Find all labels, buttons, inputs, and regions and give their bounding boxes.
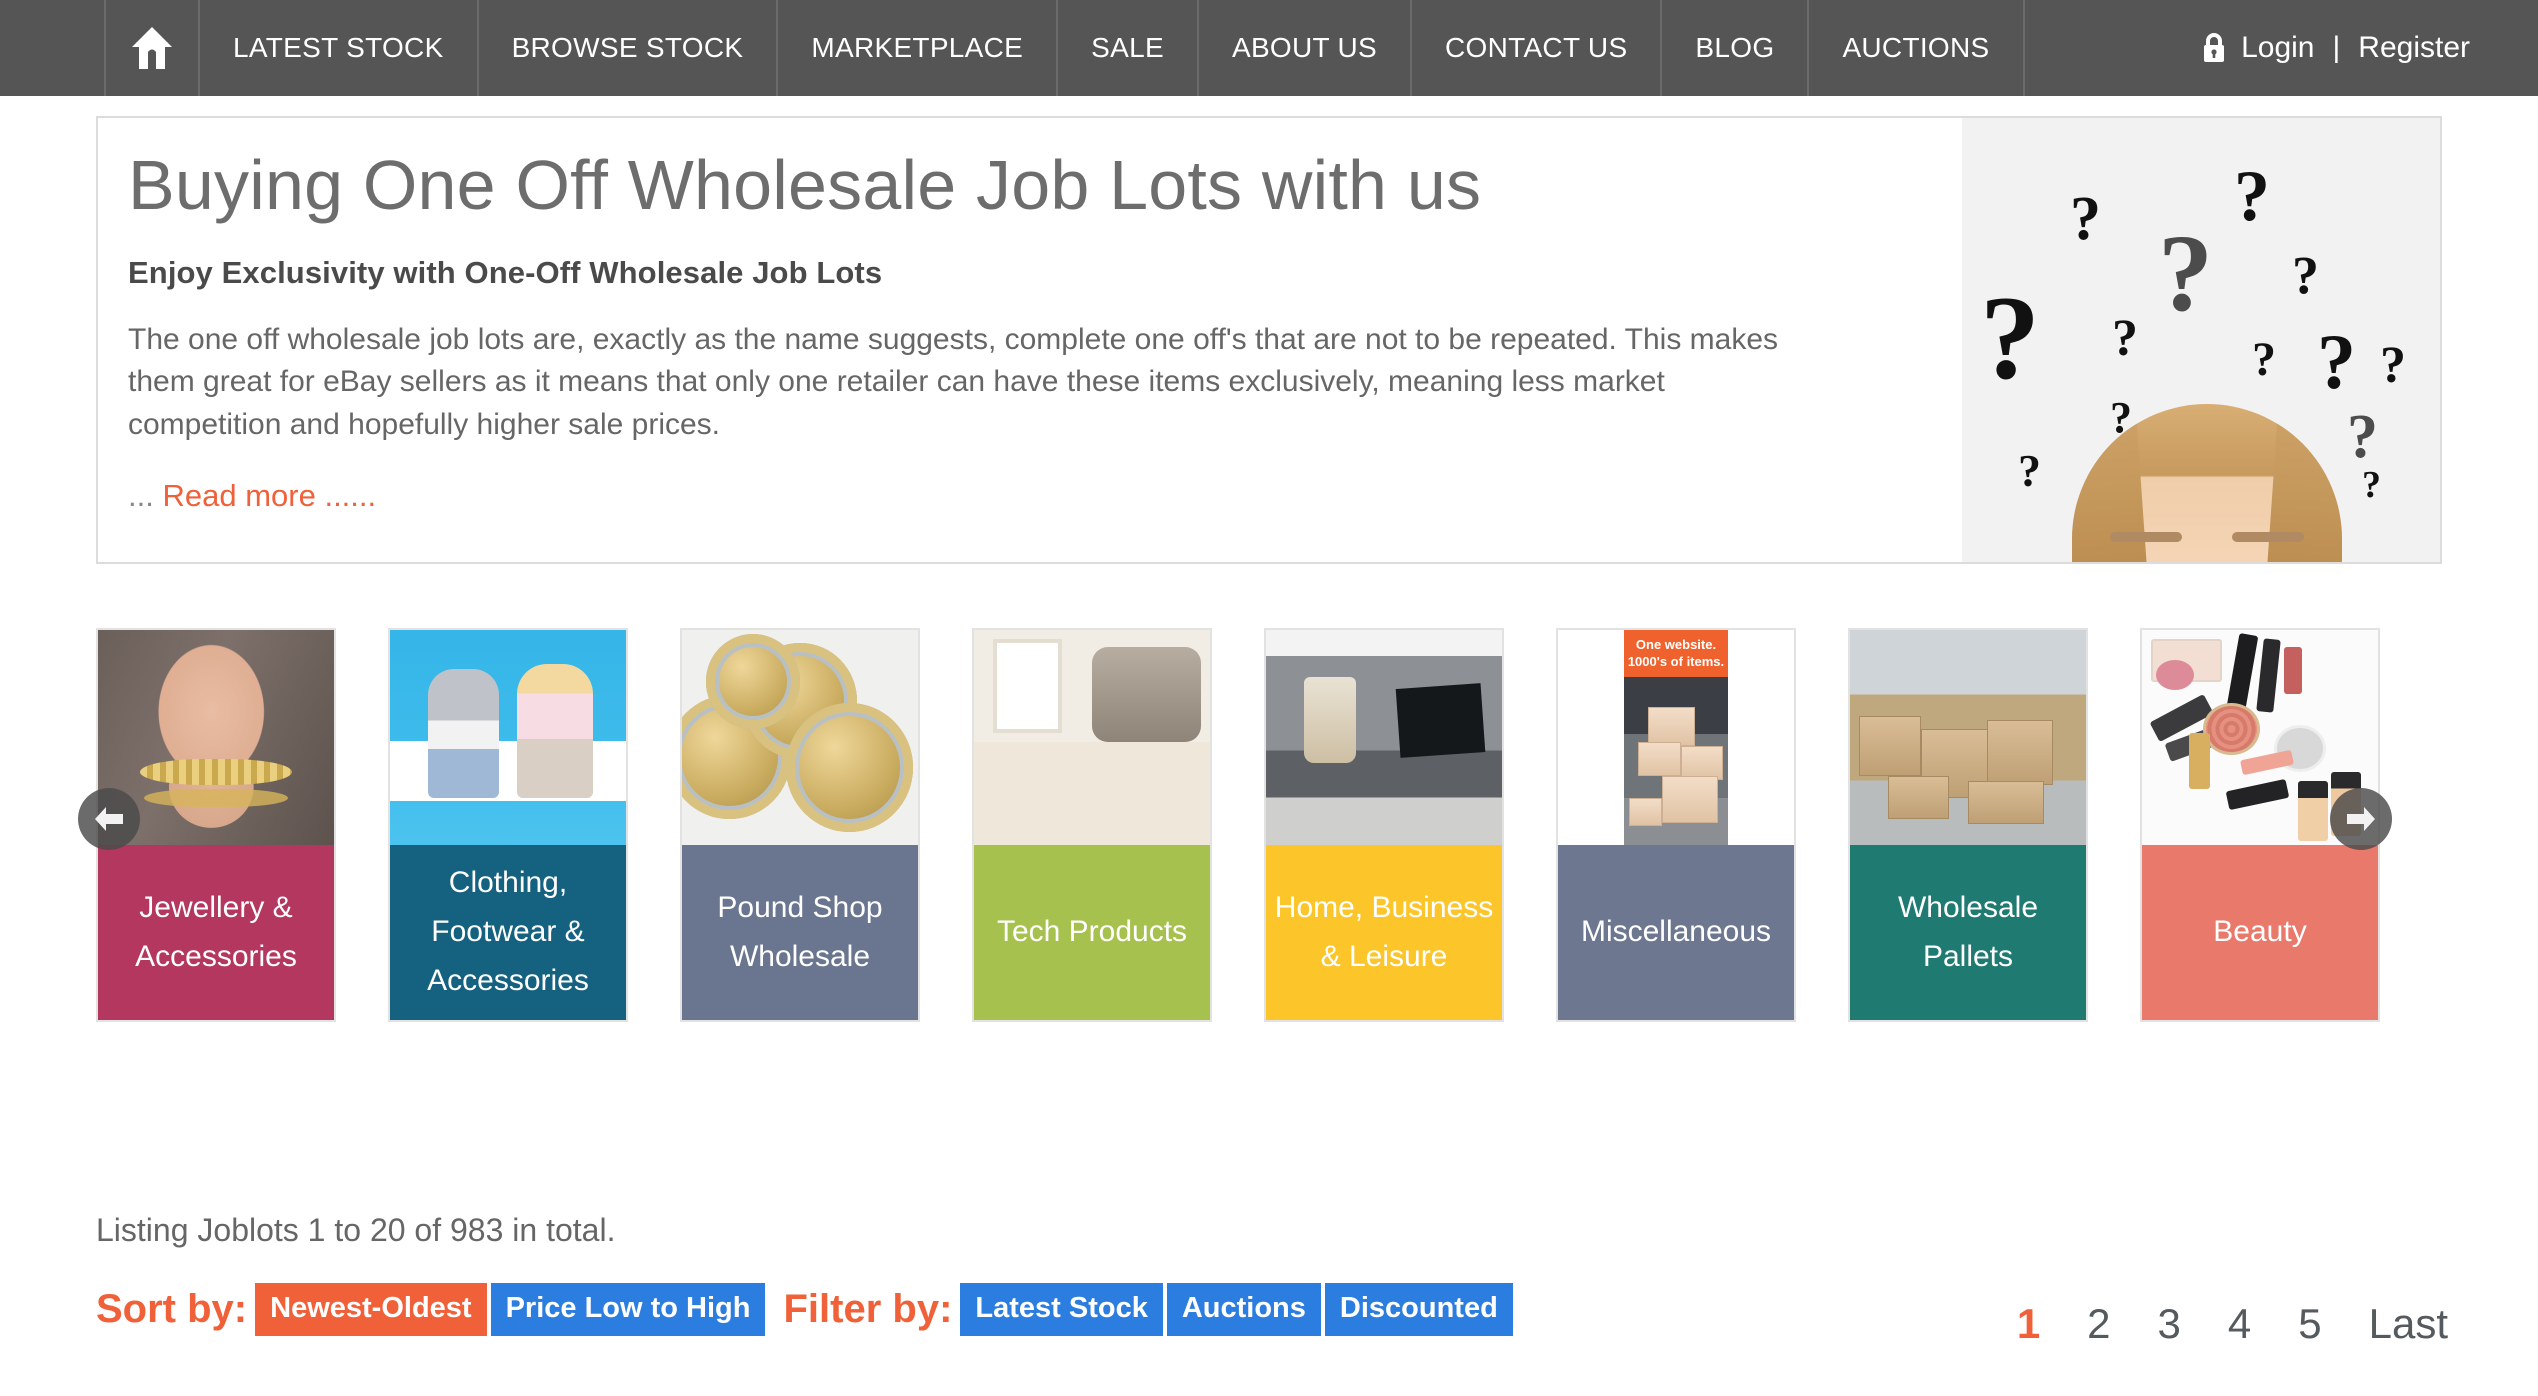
read-more-prefix: ... (128, 478, 154, 514)
register-link[interactable]: Register (2358, 31, 2470, 65)
category-card-label: Wholesale Pallets (1850, 845, 2086, 1020)
hero-banner: Buying One Off Wholesale Job Lots with u… (96, 116, 2442, 564)
top-navigation-bar: LATEST STOCK BROWSE STOCK MARKETPLACE SA… (0, 0, 2538, 96)
category-card-clothing[interactable]: Clothing, Footwear & Accessories (388, 628, 628, 1022)
category-card-label: Tech Products (974, 845, 1210, 1020)
clothing-thumb (390, 630, 626, 845)
category-card-wholesale-pallets[interactable]: Wholesale Pallets (1848, 628, 2088, 1022)
label-text: Beauty (2213, 915, 2307, 949)
label-text: Wholesale Pallets (1897, 890, 2039, 973)
boxes-thumb: One website. 1000's of items. (1558, 630, 1794, 845)
lock-icon (2201, 32, 2227, 64)
category-card-miscellaneous[interactable]: One website. 1000's of items. Miscellane… (1556, 628, 1796, 1022)
sort-filter-controls: Sort by: Newest-Oldest Price Low to High… (96, 1278, 1517, 1340)
label-text: Home, Business & Leisure (1274, 890, 1494, 973)
filter-option-auctions[interactable]: Auctions (1166, 1282, 1321, 1336)
hero-body-text: The one off wholesale job lots are, exac… (128, 322, 1779, 441)
nav-item-browse-stock[interactable]: BROWSE STOCK (479, 0, 779, 96)
arrow-right-icon (2344, 804, 2378, 834)
read-more-suffix: ...... (324, 478, 377, 514)
label-text: Pound Shop Wholesale (717, 890, 883, 973)
vacuum-thumb (974, 630, 1210, 845)
nav-item-sale[interactable]: SALE (1058, 0, 1199, 96)
pallets-thumb (1850, 630, 2086, 845)
category-card-label: Pound Shop Wholesale (682, 845, 918, 1020)
sort-option-newest-oldest[interactable]: Newest-Oldest (255, 1282, 487, 1336)
category-card-label: Jewellery & Accessories (98, 845, 334, 1020)
nav-label: AUCTIONS (1842, 32, 1990, 63)
nav-item-latest-stock[interactable]: LATEST STOCK (200, 0, 479, 96)
listing-summary: Listing Joblots 1 to 20 of 983 in total. (96, 1212, 616, 1248)
sort-option-price-low-to-high[interactable]: Price Low to High (490, 1282, 766, 1336)
sort-by-label: Sort by: (96, 1286, 248, 1331)
category-card-tech-products[interactable]: Tech Products (972, 628, 1212, 1022)
category-card-pound-shop[interactable]: Pound Shop Wholesale (680, 628, 920, 1022)
misc-banner: One website. 1000's of items. (1624, 630, 1728, 678)
filter-option-discounted[interactable]: Discounted (1324, 1282, 1513, 1336)
hero-text-column: Buying One Off Wholesale Job Lots with u… (98, 118, 1962, 562)
hero-image: ? ? ? ? ? ? ? ? ? ? ? ? ? (1962, 118, 2440, 562)
nav-label: SALE (1091, 32, 1164, 63)
label-text: Clothing, Footwear & Accessories (427, 866, 589, 997)
nav-item-blog[interactable]: BLOG (1662, 0, 1810, 96)
nav-label: LATEST STOCK (233, 32, 444, 63)
filter-option-latest-stock[interactable]: Latest Stock (960, 1282, 1163, 1336)
pound-coins-thumb (682, 630, 918, 845)
home-link[interactable] (104, 0, 200, 96)
read-more-row: ... Read more ...... (128, 478, 1932, 514)
read-more-link[interactable]: Read more (162, 478, 315, 513)
filter-by-label: Filter by: (783, 1286, 953, 1331)
hero-subtitle: Enjoy Exclusivity with One-Off Wholesale… (128, 254, 883, 290)
nav-label: BROWSE STOCK (511, 32, 744, 63)
category-carousel: Jewellery & Accessories Clothing, Footwe… (0, 620, 2538, 1022)
pagination-page-1[interactable]: 1 (2017, 1300, 2040, 1348)
category-card-label: Home, Business & Leisure (1266, 845, 1502, 1020)
category-card-label: Beauty (2142, 845, 2378, 1020)
carousel-next-button[interactable] (2330, 788, 2392, 850)
pagination-page-2[interactable]: 2 (2087, 1300, 2110, 1348)
account-separator: | (2332, 31, 2341, 64)
home-interior-thumb (1266, 630, 1502, 845)
carousel-prev-button[interactable] (78, 788, 140, 850)
login-link[interactable]: Login (2241, 31, 2314, 65)
account-area: Login | Register (2201, 0, 2538, 96)
pagination: 1 2 3 4 5 Last (2017, 1300, 2448, 1348)
misc-banner-line-1: One website. (1635, 637, 1717, 653)
category-card-label: Miscellaneous (1558, 845, 1794, 1020)
nav-item-auctions[interactable]: AUCTIONS (1809, 0, 2025, 96)
nav-label: CONTACT US (1445, 32, 1628, 63)
pagination-page-4[interactable]: 4 (2228, 1300, 2251, 1348)
nav-label: BLOG (1695, 32, 1775, 63)
pagination-last[interactable]: Last (2369, 1300, 2448, 1348)
pagination-page-3[interactable]: 3 (2158, 1300, 2181, 1348)
label-text: Jewellery & Accessories (135, 890, 297, 973)
misc-banner-line-2: 1000's of items. (1627, 653, 1725, 669)
home-icon (129, 25, 175, 71)
arrow-left-icon (92, 804, 126, 834)
nav-item-about-us[interactable]: ABOUT US (1199, 0, 1412, 96)
category-card-home-business-leisure[interactable]: Home, Business & Leisure (1264, 628, 1504, 1022)
hero-face-illustration (2072, 404, 2342, 562)
nav-label: ABOUT US (1231, 32, 1377, 63)
nav-label: MARKETPLACE (811, 32, 1024, 63)
page-title: Buying One Off Wholesale Job Lots with u… (128, 146, 1482, 224)
category-card-label: Clothing, Footwear & Accessories (390, 845, 626, 1020)
nav-item-marketplace[interactable]: MARKETPLACE (778, 0, 1059, 96)
nav-item-contact-us[interactable]: CONTACT US (1412, 0, 1663, 96)
pagination-page-5[interactable]: 5 (2298, 1300, 2321, 1348)
label-text: Miscellaneous (1580, 915, 1772, 949)
label-text: Tech Products (996, 915, 1188, 949)
